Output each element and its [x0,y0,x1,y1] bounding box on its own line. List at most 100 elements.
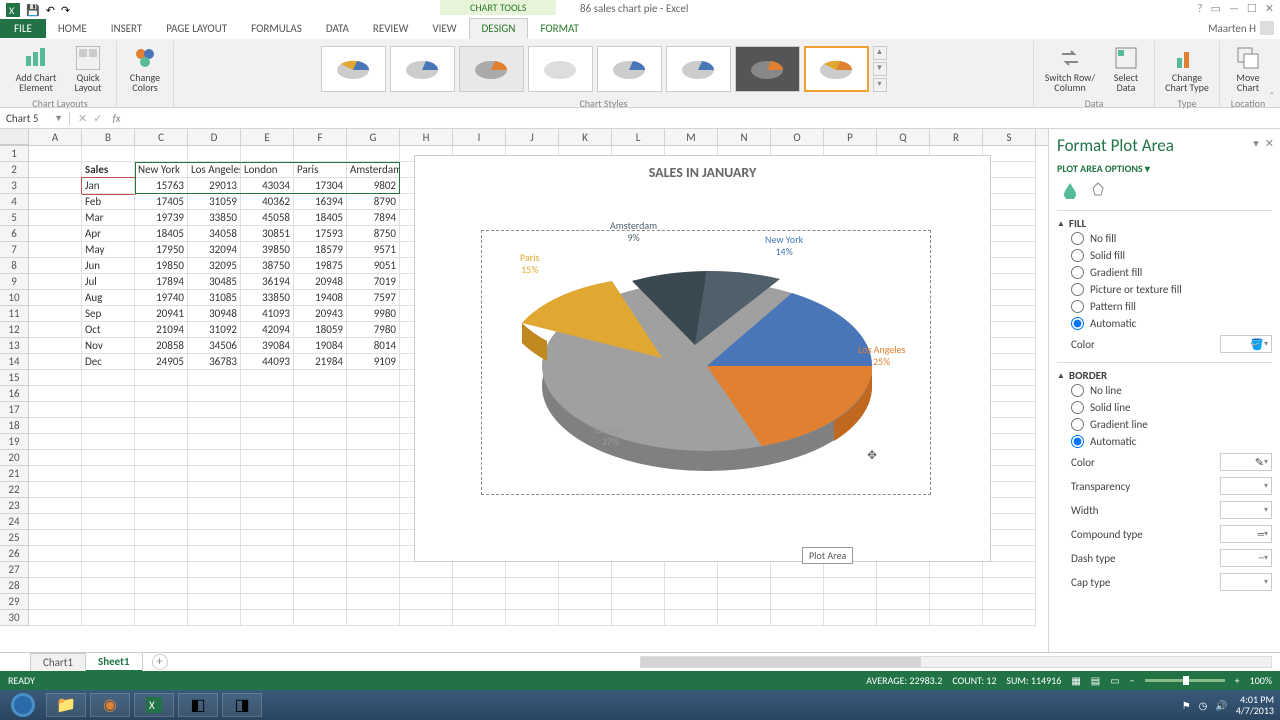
cell[interactable]: Sep [82,306,135,322]
cell[interactable]: 20858 [135,338,188,354]
column-header[interactable]: D [188,129,241,145]
tab-home[interactable]: HOME [46,19,99,38]
cancel-icon[interactable]: ✕ [78,112,87,125]
cell[interactable] [877,610,930,626]
cell[interactable] [135,386,188,402]
cell[interactable]: 21094 [135,322,188,338]
cell[interactable] [241,466,294,482]
width-input[interactable]: ▾ [1220,501,1272,519]
cell[interactable] [347,578,400,594]
cell[interactable]: Mar [82,210,135,226]
cell[interactable] [188,610,241,626]
cell[interactable]: London [241,162,294,178]
cell[interactable]: 19084 [294,338,347,354]
cell[interactable] [347,610,400,626]
cell[interactable] [135,498,188,514]
cell[interactable] [29,610,82,626]
cell[interactable]: Jun [82,258,135,274]
cell[interactable] [241,594,294,610]
cell[interactable]: 34506 [188,338,241,354]
row-header[interactable]: 4 [0,194,28,210]
cell[interactable]: Paris [294,162,347,178]
cell[interactable] [135,466,188,482]
cell[interactable] [930,578,983,594]
cell[interactable] [29,258,82,274]
column-header[interactable]: H [400,129,453,145]
select-data-button[interactable]: Select Data [1104,43,1148,95]
cell[interactable] [294,386,347,402]
cell[interactable]: 9802 [347,178,400,194]
zoom-in-icon[interactable]: + [1235,674,1240,687]
cell[interactable] [82,594,135,610]
close-icon[interactable]: ✕ [1265,2,1274,15]
pane-move-icon[interactable]: ▾ [1253,137,1259,150]
cell[interactable]: 32095 [188,258,241,274]
cell[interactable] [559,562,612,578]
cell[interactable] [453,578,506,594]
cell[interactable]: 33850 [241,290,294,306]
zoom-slider[interactable] [1145,679,1225,682]
column-header[interactable]: R [930,129,983,145]
horizontal-scrollbar[interactable] [640,656,1272,668]
ribbon-display-icon[interactable]: ▭ [1211,2,1221,15]
chart-style-8[interactable] [804,46,869,92]
cell[interactable]: 7597 [347,290,400,306]
column-header[interactable]: Q [877,129,930,145]
cell[interactable] [294,578,347,594]
cell[interactable]: New York [135,162,188,178]
plot-area-options[interactable]: PLOT AREA OPTIONS ▾ [1057,162,1272,175]
cell[interactable] [29,322,82,338]
chart-style-4[interactable] [528,46,593,92]
cell[interactable] [29,242,82,258]
effects-icon[interactable] [1089,181,1107,202]
cell[interactable] [612,562,665,578]
cell[interactable]: 40362 [241,194,294,210]
cell[interactable]: Sales [82,162,135,178]
cell[interactable] [241,450,294,466]
cell[interactable] [824,610,877,626]
cell[interactable] [135,402,188,418]
row-header[interactable]: 17 [0,402,28,418]
cell[interactable] [983,562,1036,578]
cell[interactable] [29,402,82,418]
row-header[interactable]: 29 [0,594,28,610]
cell[interactable] [400,578,453,594]
cell[interactable] [453,610,506,626]
worksheet[interactable]: ABCDEFGHIJKLMNOPQRS 12345678910111213141… [0,129,1048,652]
cell[interactable] [718,610,771,626]
select-all-corner[interactable] [0,129,29,145]
dash-picker[interactable]: ┄▾ [1220,549,1272,567]
row-header[interactable]: 21 [0,466,28,482]
task-app1[interactable]: ◧ [178,693,218,717]
row-header[interactable]: 14 [0,354,28,370]
tab-insert[interactable]: INSERT [99,19,155,38]
cell[interactable]: 17405 [135,194,188,210]
cell[interactable]: 38750 [241,258,294,274]
quick-layout-button[interactable]: Quick Layout [66,43,110,95]
cell[interactable]: 19739 [135,210,188,226]
cell[interactable] [294,450,347,466]
cell[interactable] [347,434,400,450]
task-firefox[interactable]: ◉ [90,693,130,717]
cell[interactable] [241,514,294,530]
cell[interactable] [29,226,82,242]
cell[interactable]: 18405 [135,226,188,242]
transparency-input[interactable]: ▾ [1220,477,1272,495]
cell[interactable]: 20941 [135,306,188,322]
cell[interactable]: 21984 [294,354,347,370]
cell[interactable] [241,610,294,626]
cell[interactable] [347,450,400,466]
cell[interactable]: 18059 [294,322,347,338]
cell[interactable] [29,354,82,370]
cell[interactable] [241,546,294,562]
tab-design[interactable]: DESIGN [469,18,529,39]
fill-gradient[interactable]: Gradient fill [1057,264,1272,281]
cell[interactable] [983,594,1036,610]
column-header[interactable]: N [718,129,771,145]
fill-solid[interactable]: Solid fill [1057,247,1272,264]
column-header[interactable]: E [241,129,294,145]
cell[interactable] [29,146,82,162]
cell[interactable] [188,434,241,450]
row-header[interactable]: 24 [0,514,28,530]
cell[interactable]: 29013 [188,178,241,194]
